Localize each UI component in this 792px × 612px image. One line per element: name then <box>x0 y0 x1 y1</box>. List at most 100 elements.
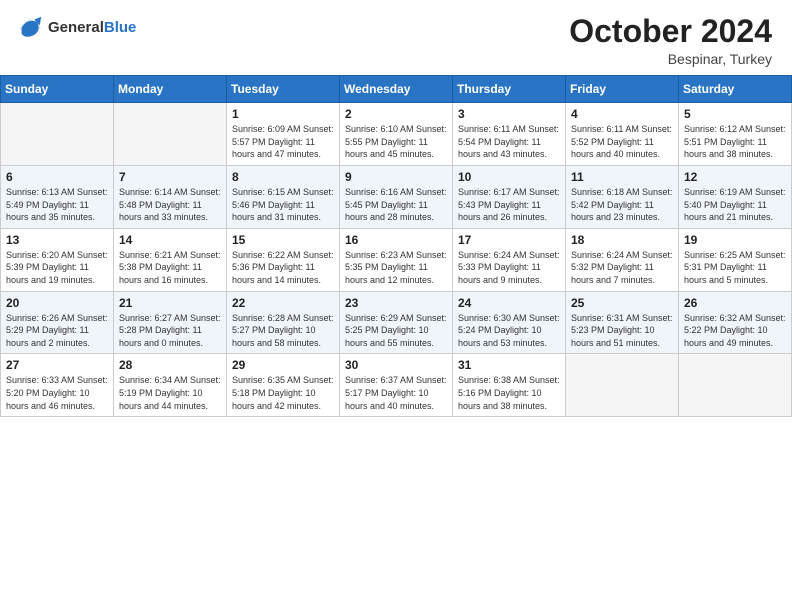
calendar-day-cell: 2 Sunrise: 6:10 AM Sunset: 5:55 PM Daylig… <box>340 103 453 166</box>
col-thursday: Thursday <box>453 76 566 103</box>
day-number: 9 <box>345 170 447 184</box>
day-number: 14 <box>119 233 221 247</box>
header: GeneralBlue October 2024 Bespinar, Turke… <box>0 0 792 75</box>
calendar-table: Sunday Monday Tuesday Wednesday Thursday… <box>0 75 792 417</box>
day-number: 22 <box>232 296 334 310</box>
day-info: Sunrise: 6:24 AM Sunset: 5:33 PM Dayligh… <box>458 249 560 287</box>
day-info: Sunrise: 6:37 AM Sunset: 5:17 PM Dayligh… <box>345 374 447 412</box>
day-info: Sunrise: 6:33 AM Sunset: 5:20 PM Dayligh… <box>6 374 108 412</box>
day-info: Sunrise: 6:18 AM Sunset: 5:42 PM Dayligh… <box>571 186 673 224</box>
calendar-day-cell <box>566 354 679 417</box>
day-info: Sunrise: 6:11 AM Sunset: 5:52 PM Dayligh… <box>571 123 673 161</box>
calendar-day-cell <box>679 354 792 417</box>
col-tuesday: Tuesday <box>227 76 340 103</box>
calendar-day-cell: 14 Sunrise: 6:21 AM Sunset: 5:38 PM Dayli… <box>114 228 227 291</box>
calendar-day-cell: 17 Sunrise: 6:24 AM Sunset: 5:33 PM Dayli… <box>453 228 566 291</box>
calendar-day-cell: 13 Sunrise: 6:20 AM Sunset: 5:39 PM Dayli… <box>1 228 114 291</box>
day-info: Sunrise: 6:38 AM Sunset: 5:16 PM Dayligh… <box>458 374 560 412</box>
day-number: 20 <box>6 296 108 310</box>
day-info: Sunrise: 6:09 AM Sunset: 5:57 PM Dayligh… <box>232 123 334 161</box>
day-number: 30 <box>345 358 447 372</box>
calendar-day-cell: 19 Sunrise: 6:25 AM Sunset: 5:31 PM Dayli… <box>679 228 792 291</box>
calendar-day-cell: 21 Sunrise: 6:27 AM Sunset: 5:28 PM Dayli… <box>114 291 227 354</box>
calendar-week-row: 13 Sunrise: 6:20 AM Sunset: 5:39 PM Dayli… <box>1 228 792 291</box>
day-number: 2 <box>345 107 447 121</box>
day-number: 28 <box>119 358 221 372</box>
day-number: 21 <box>119 296 221 310</box>
col-sunday: Sunday <box>1 76 114 103</box>
day-info: Sunrise: 6:20 AM Sunset: 5:39 PM Dayligh… <box>6 249 108 287</box>
calendar-page: GeneralBlue October 2024 Bespinar, Turke… <box>0 0 792 612</box>
day-info: Sunrise: 6:34 AM Sunset: 5:19 PM Dayligh… <box>119 374 221 412</box>
calendar-day-cell: 9 Sunrise: 6:16 AM Sunset: 5:45 PM Daylig… <box>340 165 453 228</box>
col-monday: Monday <box>114 76 227 103</box>
calendar-day-cell: 23 Sunrise: 6:29 AM Sunset: 5:25 PM Dayli… <box>340 291 453 354</box>
calendar-day-cell: 6Sunrise: 6:13 AM Sunset: 5:49 PM Daylig… <box>1 165 114 228</box>
calendar-week-row: 1 Sunrise: 6:09 AM Sunset: 5:57 PM Daylig… <box>1 103 792 166</box>
day-info: Sunrise: 6:23 AM Sunset: 5:35 PM Dayligh… <box>345 249 447 287</box>
day-info: Sunrise: 6:35 AM Sunset: 5:18 PM Dayligh… <box>232 374 334 412</box>
day-number: 27 <box>6 358 108 372</box>
calendar-day-cell: 29Sunrise: 6:35 AM Sunset: 5:18 PM Dayli… <box>227 354 340 417</box>
day-number: 13 <box>6 233 108 247</box>
calendar-day-cell: 22 Sunrise: 6:28 AM Sunset: 5:27 PM Dayli… <box>227 291 340 354</box>
day-info: Sunrise: 6:32 AM Sunset: 5:22 PM Dayligh… <box>684 312 786 350</box>
day-number: 12 <box>684 170 786 184</box>
calendar-day-cell: 31 Sunrise: 6:38 AM Sunset: 5:16 PM Dayli… <box>453 354 566 417</box>
day-number: 11 <box>571 170 673 184</box>
day-info: Sunrise: 6:29 AM Sunset: 5:25 PM Dayligh… <box>345 312 447 350</box>
calendar-day-cell: 11 Sunrise: 6:18 AM Sunset: 5:42 PM Dayli… <box>566 165 679 228</box>
day-number: 7 <box>119 170 221 184</box>
calendar-day-cell: 30 Sunrise: 6:37 AM Sunset: 5:17 PM Dayli… <box>340 354 453 417</box>
day-info: Sunrise: 6:10 AM Sunset: 5:55 PM Dayligh… <box>345 123 447 161</box>
day-info: Sunrise: 6:25 AM Sunset: 5:31 PM Dayligh… <box>684 249 786 287</box>
calendar-day-cell: 3 Sunrise: 6:11 AM Sunset: 5:54 PM Daylig… <box>453 103 566 166</box>
calendar-day-cell: 18 Sunrise: 6:24 AM Sunset: 5:32 PM Dayli… <box>566 228 679 291</box>
day-info: Sunrise: 6:19 AM Sunset: 5:40 PM Dayligh… <box>684 186 786 224</box>
calendar-week-row: 27 Sunrise: 6:33 AM Sunset: 5:20 PM Dayli… <box>1 354 792 417</box>
day-info: Sunrise: 6:17 AM Sunset: 5:43 PM Dayligh… <box>458 186 560 224</box>
day-info: Sunrise: 6:24 AM Sunset: 5:32 PM Dayligh… <box>571 249 673 287</box>
day-number: 17 <box>458 233 560 247</box>
day-number: 3 <box>458 107 560 121</box>
calendar-day-cell: 28 Sunrise: 6:34 AM Sunset: 5:19 PM Dayli… <box>114 354 227 417</box>
calendar-day-cell: 5 Sunrise: 6:12 AM Sunset: 5:51 PM Daylig… <box>679 103 792 166</box>
calendar-day-cell: 4Sunrise: 6:11 AM Sunset: 5:52 PM Daylig… <box>566 103 679 166</box>
calendar-day-cell: 16Sunrise: 6:23 AM Sunset: 5:35 PM Dayli… <box>340 228 453 291</box>
day-info: Sunrise: 6:11 AM Sunset: 5:54 PM Dayligh… <box>458 123 560 161</box>
month-year-title: October 2024 <box>569 14 772 49</box>
calendar-week-row: 20 Sunrise: 6:26 AM Sunset: 5:29 PM Dayli… <box>1 291 792 354</box>
day-number: 18 <box>571 233 673 247</box>
day-number: 15 <box>232 233 334 247</box>
calendar-day-cell: 7Sunrise: 6:14 AM Sunset: 5:48 PM Daylig… <box>114 165 227 228</box>
day-info: Sunrise: 6:28 AM Sunset: 5:27 PM Dayligh… <box>232 312 334 350</box>
day-info: Sunrise: 6:21 AM Sunset: 5:38 PM Dayligh… <box>119 249 221 287</box>
day-number: 1 <box>232 107 334 121</box>
calendar-day-cell: 25 Sunrise: 6:31 AM Sunset: 5:23 PM Dayli… <box>566 291 679 354</box>
title-block: October 2024 Bespinar, Turkey <box>569 14 772 67</box>
day-number: 26 <box>684 296 786 310</box>
calendar-day-cell <box>1 103 114 166</box>
day-info: Sunrise: 6:12 AM Sunset: 5:51 PM Dayligh… <box>684 123 786 161</box>
weekday-header-row: Sunday Monday Tuesday Wednesday Thursday… <box>1 76 792 103</box>
col-wednesday: Wednesday <box>340 76 453 103</box>
day-number: 23 <box>345 296 447 310</box>
day-number: 5 <box>684 107 786 121</box>
day-number: 31 <box>458 358 560 372</box>
day-number: 19 <box>684 233 786 247</box>
calendar-day-cell: 24Sunrise: 6:30 AM Sunset: 5:24 PM Dayli… <box>453 291 566 354</box>
day-number: 25 <box>571 296 673 310</box>
day-number: 24 <box>458 296 560 310</box>
col-saturday: Saturday <box>679 76 792 103</box>
day-info: Sunrise: 6:26 AM Sunset: 5:29 PM Dayligh… <box>6 312 108 350</box>
calendar-day-cell: 15Sunrise: 6:22 AM Sunset: 5:36 PM Dayli… <box>227 228 340 291</box>
calendar-day-cell: 26 Sunrise: 6:32 AM Sunset: 5:22 PM Dayli… <box>679 291 792 354</box>
calendar-day-cell: 10 Sunrise: 6:17 AM Sunset: 5:43 PM Dayli… <box>453 165 566 228</box>
day-number: 8 <box>232 170 334 184</box>
day-info: Sunrise: 6:16 AM Sunset: 5:45 PM Dayligh… <box>345 186 447 224</box>
location-subtitle: Bespinar, Turkey <box>569 51 772 67</box>
day-info: Sunrise: 6:27 AM Sunset: 5:28 PM Dayligh… <box>119 312 221 350</box>
calendar-week-row: 6Sunrise: 6:13 AM Sunset: 5:49 PM Daylig… <box>1 165 792 228</box>
day-number: 10 <box>458 170 560 184</box>
day-info: Sunrise: 6:31 AM Sunset: 5:23 PM Dayligh… <box>571 312 673 350</box>
